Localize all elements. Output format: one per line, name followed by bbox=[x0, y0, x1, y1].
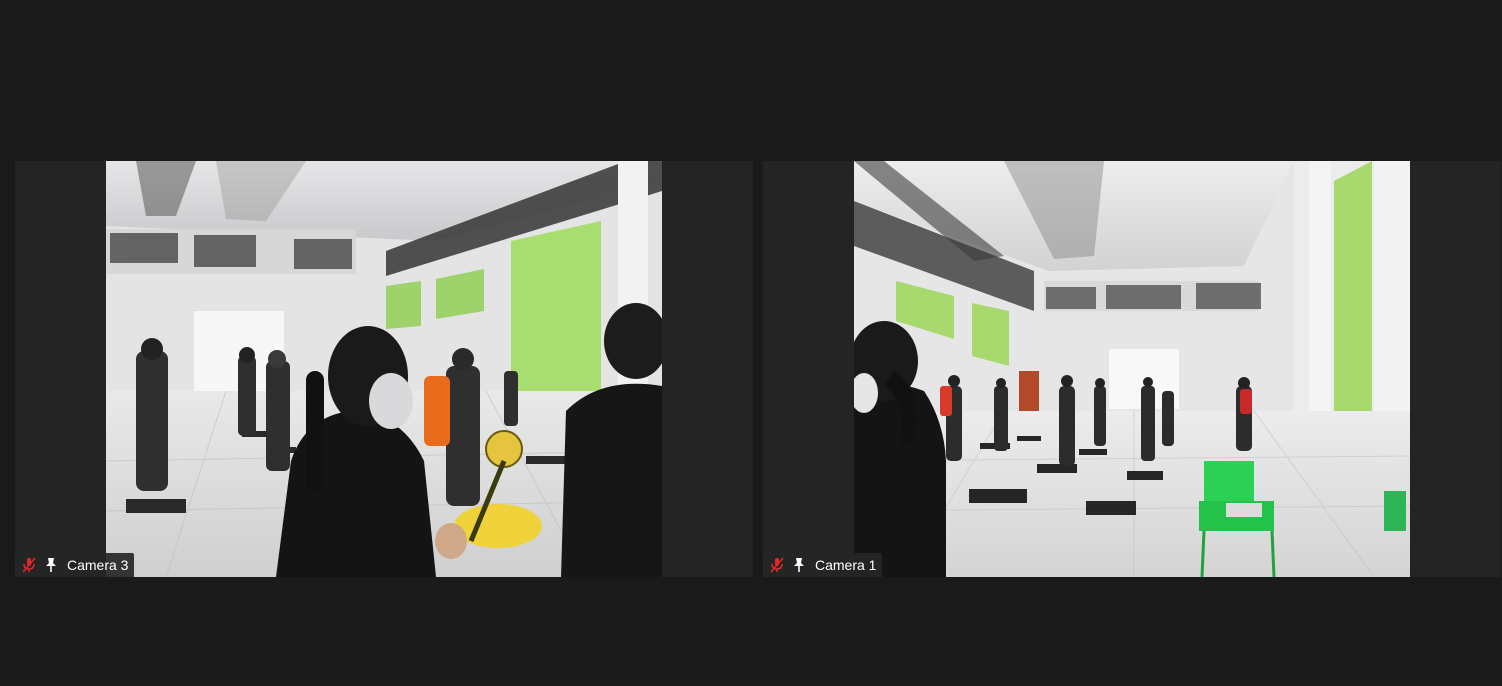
video-feed-camera-1 bbox=[854, 161, 1410, 577]
video-tile-camera-3[interactable]: Camera 3 bbox=[15, 161, 753, 577]
video-gallery: Camera 3 Camera 1 bbox=[0, 0, 1502, 686]
pin-icon[interactable] bbox=[791, 557, 807, 573]
participant-name-tag: Camera 3 bbox=[15, 553, 135, 577]
video-tile-camera-1[interactable]: Camera 1 bbox=[763, 161, 1501, 577]
video-frame-hall-scene-wide bbox=[854, 161, 1410, 577]
participant-name-tag: Camera 1 bbox=[763, 553, 883, 577]
pin-icon[interactable] bbox=[43, 557, 59, 573]
participant-name: Camera 1 bbox=[815, 557, 877, 573]
mic-muted-icon bbox=[769, 557, 785, 573]
video-frame-hall-scene bbox=[106, 161, 662, 577]
participant-name: Camera 3 bbox=[67, 557, 129, 573]
video-feed-camera-3 bbox=[106, 161, 662, 577]
mic-muted-icon bbox=[21, 557, 37, 573]
